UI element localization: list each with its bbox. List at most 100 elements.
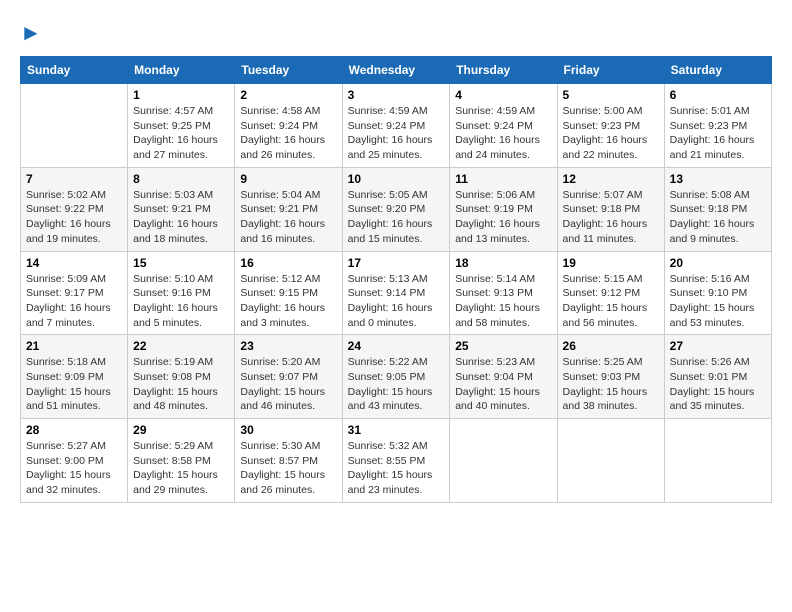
calendar-cell	[557, 419, 664, 503]
weekday-header-wednesday: Wednesday	[342, 57, 450, 84]
calendar-cell: 13 Sunrise: 5:08 AM Sunset: 9:18 PM Dayli…	[664, 167, 771, 251]
day-info: Sunrise: 5:27 AM Sunset: 9:00 PM Dayligh…	[26, 439, 122, 498]
day-info: Sunrise: 4:59 AM Sunset: 9:24 PM Dayligh…	[455, 104, 551, 163]
day-number: 30	[240, 423, 336, 437]
day-info: Sunrise: 4:57 AM Sunset: 9:25 PM Dayligh…	[133, 104, 229, 163]
day-number: 16	[240, 256, 336, 270]
day-info: Sunrise: 5:25 AM Sunset: 9:03 PM Dayligh…	[563, 355, 659, 414]
calendar-cell: 26 Sunrise: 5:25 AM Sunset: 9:03 PM Dayli…	[557, 335, 664, 419]
calendar-cell	[21, 84, 128, 168]
calendar-cell: 8 Sunrise: 5:03 AM Sunset: 9:21 PM Daylig…	[128, 167, 235, 251]
day-info: Sunrise: 5:29 AM Sunset: 8:58 PM Dayligh…	[133, 439, 229, 498]
calendar-cell: 14 Sunrise: 5:09 AM Sunset: 9:17 PM Dayli…	[21, 251, 128, 335]
calendar-cell: 9 Sunrise: 5:04 AM Sunset: 9:21 PM Daylig…	[235, 167, 342, 251]
weekday-header-monday: Monday	[128, 57, 235, 84]
day-info: Sunrise: 5:13 AM Sunset: 9:14 PM Dayligh…	[348, 272, 445, 331]
day-number: 26	[563, 339, 659, 353]
day-info: Sunrise: 5:32 AM Sunset: 8:55 PM Dayligh…	[348, 439, 445, 498]
calendar-cell: 27 Sunrise: 5:26 AM Sunset: 9:01 PM Dayli…	[664, 335, 771, 419]
day-info: Sunrise: 5:05 AM Sunset: 9:20 PM Dayligh…	[348, 188, 445, 247]
calendar-cell: 16Sunrise: 5:12 AM Sunset: 9:15 PM Dayli…	[235, 251, 342, 335]
day-info: Sunrise: 5:03 AM Sunset: 9:21 PM Dayligh…	[133, 188, 229, 247]
page-header: ►	[20, 20, 772, 46]
calendar-cell: 7 Sunrise: 5:02 AM Sunset: 9:22 PM Daylig…	[21, 167, 128, 251]
day-info: Sunrise: 5:16 AM Sunset: 9:10 PM Dayligh…	[670, 272, 766, 331]
day-number: 28	[26, 423, 122, 437]
day-info: Sunrise: 5:07 AM Sunset: 9:18 PM Dayligh…	[563, 188, 659, 247]
calendar-cell: 21 Sunrise: 5:18 AM Sunset: 9:09 PM Dayli…	[21, 335, 128, 419]
day-info: Sunrise: 5:22 AM Sunset: 9:05 PM Dayligh…	[348, 355, 445, 414]
calendar-cell: 20 Sunrise: 5:16 AM Sunset: 9:10 PM Dayli…	[664, 251, 771, 335]
day-info: Sunrise: 5:15 AM Sunset: 9:12 PM Dayligh…	[563, 272, 659, 331]
day-number: 31	[348, 423, 445, 437]
day-number: 8	[133, 172, 229, 186]
day-number: 24	[348, 339, 445, 353]
calendar-cell: 15 Sunrise: 5:10 AM Sunset: 9:16 PM Dayli…	[128, 251, 235, 335]
calendar-cell: 10 Sunrise: 5:05 AM Sunset: 9:20 PM Dayli…	[342, 167, 450, 251]
weekday-header-saturday: Saturday	[664, 57, 771, 84]
calendar-cell: 3 Sunrise: 4:59 AM Sunset: 9:24 PM Daylig…	[342, 84, 450, 168]
day-number: 5	[563, 88, 659, 102]
day-info: Sunrise: 5:14 AM Sunset: 9:13 PM Dayligh…	[455, 272, 551, 331]
day-info: Sunrise: 4:59 AM Sunset: 9:24 PM Dayligh…	[348, 104, 445, 163]
calendar-cell: 12 Sunrise: 5:07 AM Sunset: 9:18 PM Dayli…	[557, 167, 664, 251]
calendar-cell	[450, 419, 557, 503]
day-number: 10	[348, 172, 445, 186]
calendar-cell: 5 Sunrise: 5:00 AM Sunset: 9:23 PM Daylig…	[557, 84, 664, 168]
day-info: Sunrise: 5:08 AM Sunset: 9:18 PM Dayligh…	[670, 188, 766, 247]
calendar-cell: 2Sunrise: 4:58 AM Sunset: 9:24 PM Daylig…	[235, 84, 342, 168]
day-number: 13	[670, 172, 766, 186]
calendar-cell: 18 Sunrise: 5:14 AM Sunset: 9:13 PM Dayli…	[450, 251, 557, 335]
day-number: 20	[670, 256, 766, 270]
day-info: Sunrise: 5:00 AM Sunset: 9:23 PM Dayligh…	[563, 104, 659, 163]
day-number: 12	[563, 172, 659, 186]
calendar-cell: 11 Sunrise: 5:06 AM Sunset: 9:19 PM Dayli…	[450, 167, 557, 251]
day-info: Sunrise: 5:01 AM Sunset: 9:23 PM Dayligh…	[670, 104, 766, 163]
logo: ►	[20, 20, 42, 46]
day-number: 18	[455, 256, 551, 270]
calendar-cell: 29Sunrise: 5:29 AM Sunset: 8:58 PM Dayli…	[128, 419, 235, 503]
day-info: Sunrise: 5:18 AM Sunset: 9:09 PM Dayligh…	[26, 355, 122, 414]
weekday-header-sunday: Sunday	[21, 57, 128, 84]
day-info: Sunrise: 5:04 AM Sunset: 9:21 PM Dayligh…	[240, 188, 336, 247]
day-info: Sunrise: 5:09 AM Sunset: 9:17 PM Dayligh…	[26, 272, 122, 331]
calendar-cell: 28 Sunrise: 5:27 AM Sunset: 9:00 PM Dayli…	[21, 419, 128, 503]
day-info: Sunrise: 5:26 AM Sunset: 9:01 PM Dayligh…	[670, 355, 766, 414]
day-info: Sunrise: 5:10 AM Sunset: 9:16 PM Dayligh…	[133, 272, 229, 331]
day-number: 11	[455, 172, 551, 186]
day-number: 4	[455, 88, 551, 102]
weekday-header-tuesday: Tuesday	[235, 57, 342, 84]
day-info: Sunrise: 5:19 AM Sunset: 9:08 PM Dayligh…	[133, 355, 229, 414]
day-number: 27	[670, 339, 766, 353]
calendar-cell: 6 Sunrise: 5:01 AM Sunset: 9:23 PM Daylig…	[664, 84, 771, 168]
day-number: 3	[348, 88, 445, 102]
day-number: 19	[563, 256, 659, 270]
calendar-cell	[664, 419, 771, 503]
calendar-cell: 25Sunrise: 5:23 AM Sunset: 9:04 PM Dayli…	[450, 335, 557, 419]
day-number: 1	[133, 88, 229, 102]
day-info: Sunrise: 5:23 AM Sunset: 9:04 PM Dayligh…	[455, 355, 551, 414]
day-number: 9	[240, 172, 336, 186]
calendar-cell: 19 Sunrise: 5:15 AM Sunset: 9:12 PM Dayli…	[557, 251, 664, 335]
calendar-cell: 1 Sunrise: 4:57 AM Sunset: 9:25 PM Daylig…	[128, 84, 235, 168]
day-number: 22	[133, 339, 229, 353]
calendar-cell: 30 Sunrise: 5:30 AM Sunset: 8:57 PM Dayli…	[235, 419, 342, 503]
day-number: 7	[26, 172, 122, 186]
day-number: 21	[26, 339, 122, 353]
calendar-cell: 31 Sunrise: 5:32 AM Sunset: 8:55 PM Dayli…	[342, 419, 450, 503]
weekday-header-friday: Friday	[557, 57, 664, 84]
day-number: 14	[26, 256, 122, 270]
weekday-header-thursday: Thursday	[450, 57, 557, 84]
day-number: 23	[240, 339, 336, 353]
calendar-table: SundayMondayTuesdayWednesdayThursdayFrid…	[20, 56, 772, 503]
day-number: 17	[348, 256, 445, 270]
day-info: Sunrise: 5:20 AM Sunset: 9:07 PM Dayligh…	[240, 355, 336, 414]
calendar-cell: 23 Sunrise: 5:20 AM Sunset: 9:07 PM Dayli…	[235, 335, 342, 419]
day-info: Sunrise: 5:06 AM Sunset: 9:19 PM Dayligh…	[455, 188, 551, 247]
day-number: 6	[670, 88, 766, 102]
day-number: 15	[133, 256, 229, 270]
calendar-cell: 24 Sunrise: 5:22 AM Sunset: 9:05 PM Dayli…	[342, 335, 450, 419]
day-info: Sunrise: 5:30 AM Sunset: 8:57 PM Dayligh…	[240, 439, 336, 498]
day-info: Sunrise: 5:02 AM Sunset: 9:22 PM Dayligh…	[26, 188, 122, 247]
calendar-cell: 4 Sunrise: 4:59 AM Sunset: 9:24 PM Daylig…	[450, 84, 557, 168]
